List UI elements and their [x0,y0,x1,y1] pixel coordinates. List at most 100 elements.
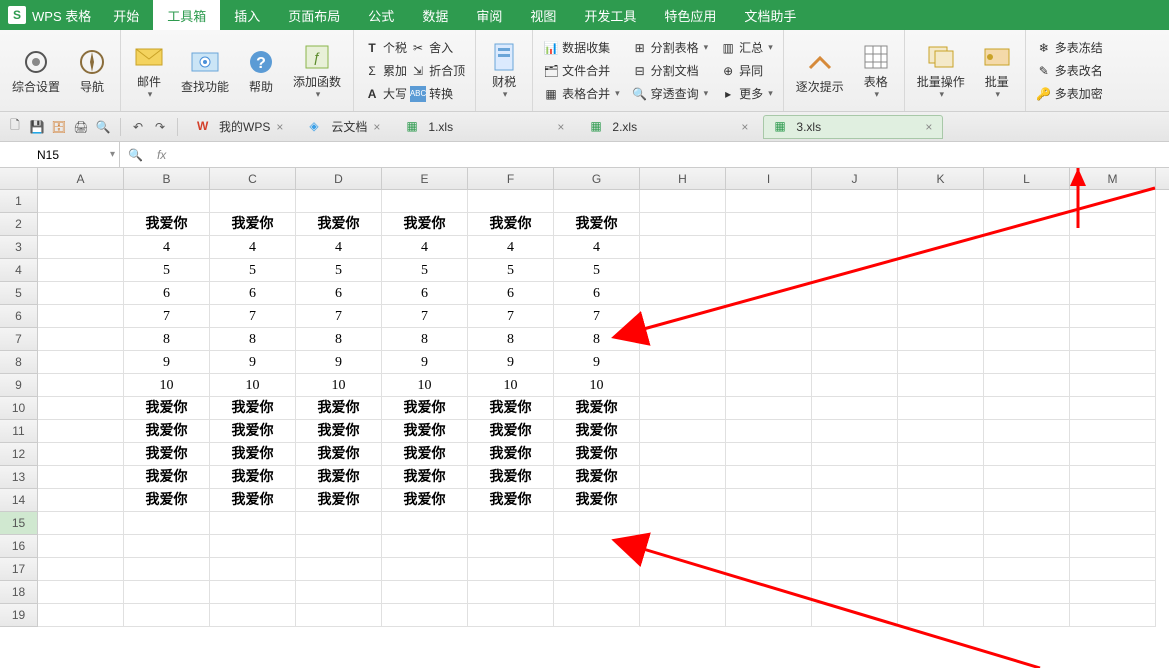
row-header[interactable]: 19 [0,604,38,627]
row-header[interactable]: 13 [0,466,38,489]
print-icon[interactable]: 🖨 [72,118,90,136]
cell[interactable] [1070,328,1156,351]
cell[interactable]: 我爱你 [554,420,640,443]
cell[interactable] [640,420,726,443]
cell[interactable] [898,512,984,535]
cell[interactable] [1070,420,1156,443]
cell[interactable] [468,604,554,627]
cell[interactable] [38,420,124,443]
undo-icon[interactable]: ↶ [129,118,147,136]
cell[interactable] [984,282,1070,305]
cell[interactable] [38,259,124,282]
cell[interactable] [1070,466,1156,489]
menu-tab-工具箱[interactable]: 工具箱 [153,0,220,30]
chevron-down-icon[interactable]: ▾ [110,149,115,160]
cell[interactable] [898,374,984,397]
cell[interactable]: 8 [210,328,296,351]
cell[interactable] [1070,581,1156,604]
menu-tab-开始[interactable]: 开始 [99,0,153,30]
tab-file2[interactable]: ▦ 2.xls × [579,115,759,139]
cell[interactable] [726,535,812,558]
cell[interactable] [640,397,726,420]
cell[interactable]: 我爱你 [468,397,554,420]
cell[interactable] [984,604,1070,627]
cell[interactable] [1070,604,1156,627]
cell[interactable]: 6 [468,282,554,305]
cell[interactable] [38,351,124,374]
cell[interactable] [812,466,898,489]
menu-tab-公式[interactable]: 公式 [354,0,408,30]
cell[interactable] [984,466,1070,489]
cell[interactable] [812,512,898,535]
col-header[interactable]: J [812,168,898,189]
cell[interactable] [640,535,726,558]
cell[interactable] [210,190,296,213]
cell[interactable] [38,236,124,259]
cell[interactable] [984,535,1070,558]
cell[interactable]: 6 [382,282,468,305]
cell[interactable]: 我爱你 [124,466,210,489]
cell[interactable]: 6 [210,282,296,305]
row-header[interactable]: 10 [0,397,38,420]
cell[interactable]: 10 [468,374,554,397]
cell[interactable] [38,443,124,466]
saveas-icon[interactable]: 🗄 [50,118,68,136]
cell[interactable] [984,512,1070,535]
cell[interactable]: 10 [296,374,382,397]
cell[interactable] [296,581,382,604]
row-header[interactable]: 5 [0,282,38,305]
row-header[interactable]: 6 [0,305,38,328]
cell[interactable] [38,305,124,328]
cell[interactable] [898,190,984,213]
piliang-button[interactable]: 批量 [975,37,1019,104]
cell[interactable] [812,305,898,328]
cell[interactable]: 5 [382,259,468,282]
cell[interactable] [640,443,726,466]
cell[interactable]: 7 [296,305,382,328]
close-icon[interactable]: × [276,120,283,134]
cell[interactable] [38,190,124,213]
cell[interactable] [984,558,1070,581]
col-header[interactable]: G [554,168,640,189]
col-header[interactable]: K [898,168,984,189]
cell[interactable] [38,374,124,397]
menu-tab-数据[interactable]: 数据 [408,0,462,30]
cell[interactable] [38,512,124,535]
cell[interactable] [898,259,984,282]
save-icon[interactable]: 💾 [28,118,46,136]
cell[interactable] [124,581,210,604]
youjian-button[interactable]: 邮件 [127,37,171,104]
cell[interactable] [812,535,898,558]
cell[interactable] [812,259,898,282]
cell[interactable] [124,190,210,213]
cell[interactable] [296,512,382,535]
cell[interactable] [640,190,726,213]
cell[interactable] [210,581,296,604]
cell[interactable]: 4 [296,236,382,259]
menu-tab-页面布局[interactable]: 页面布局 [274,0,354,30]
cell[interactable] [984,236,1070,259]
cell[interactable]: 我爱你 [296,397,382,420]
cell[interactable] [210,512,296,535]
cell[interactable] [898,535,984,558]
cell[interactable] [984,420,1070,443]
cell[interactable]: 9 [210,351,296,374]
cell[interactable] [640,259,726,282]
cell[interactable]: 我爱你 [382,397,468,420]
cell[interactable]: 7 [382,305,468,328]
cell[interactable] [898,351,984,374]
col-header[interactable]: B [124,168,210,189]
cell[interactable]: 8 [468,328,554,351]
cell[interactable] [898,282,984,305]
cell[interactable] [468,512,554,535]
cell[interactable] [1070,535,1156,558]
cell[interactable] [726,213,812,236]
cell[interactable] [726,236,812,259]
gengduo-button[interactable]: ▸更多 [716,83,777,104]
cell[interactable] [898,466,984,489]
cell[interactable]: 我爱你 [124,420,210,443]
biaogehebing-button[interactable]: ▦表格合并 [539,83,624,104]
tianjiahanshu-button[interactable]: ƒ 添加函数 [287,37,347,104]
cell[interactable] [382,604,468,627]
new-icon[interactable]: 🗋 [6,118,24,136]
